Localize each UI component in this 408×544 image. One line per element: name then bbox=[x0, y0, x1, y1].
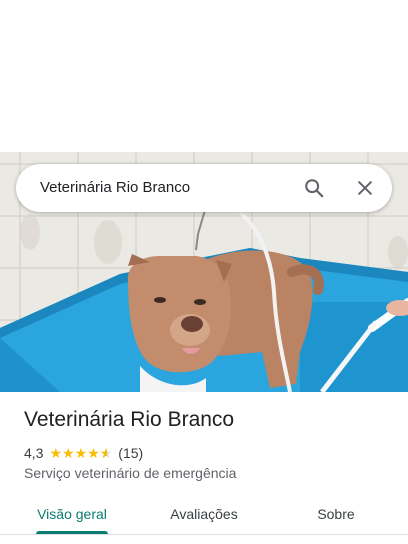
star-icon: ★ bbox=[74, 445, 88, 461]
search-input[interactable]: Veterinária Rio Branco bbox=[40, 164, 190, 212]
half-star-icon: ★ bbox=[100, 446, 113, 460]
tab-reviews[interactable]: Avaliações bbox=[152, 497, 256, 535]
tab-about[interactable]: Sobre bbox=[296, 497, 376, 535]
place-name: Veterinária Rio Branco bbox=[24, 408, 235, 431]
search-icon bbox=[305, 179, 324, 198]
tab-overview[interactable]: Visão geral bbox=[20, 497, 124, 535]
star-icon: ★ bbox=[62, 445, 75, 461]
rating-row[interactable]: 4,3 ★ ★ ★ ★ ★ (15) bbox=[24, 444, 143, 462]
place-category: Serviço veterinário de emergência bbox=[24, 465, 237, 481]
star-icon: ★ bbox=[49, 445, 63, 461]
tabs-divider bbox=[0, 534, 408, 535]
reviews-count[interactable]: (15) bbox=[118, 445, 143, 461]
close-icon bbox=[358, 181, 372, 195]
clear-search-button[interactable] bbox=[347, 170, 383, 206]
search-bar[interactable]: Veterinária Rio Branco bbox=[16, 164, 392, 212]
blank-header-area bbox=[0, 0, 408, 152]
star-icon: ★ bbox=[87, 445, 100, 461]
search-button[interactable] bbox=[296, 170, 332, 206]
rating-stars: ★ ★ ★ ★ ★ bbox=[49, 446, 112, 460]
rating-value: 4,3 bbox=[24, 445, 44, 461]
place-tabs: Visão geral Avaliações Sobre bbox=[0, 497, 408, 537]
